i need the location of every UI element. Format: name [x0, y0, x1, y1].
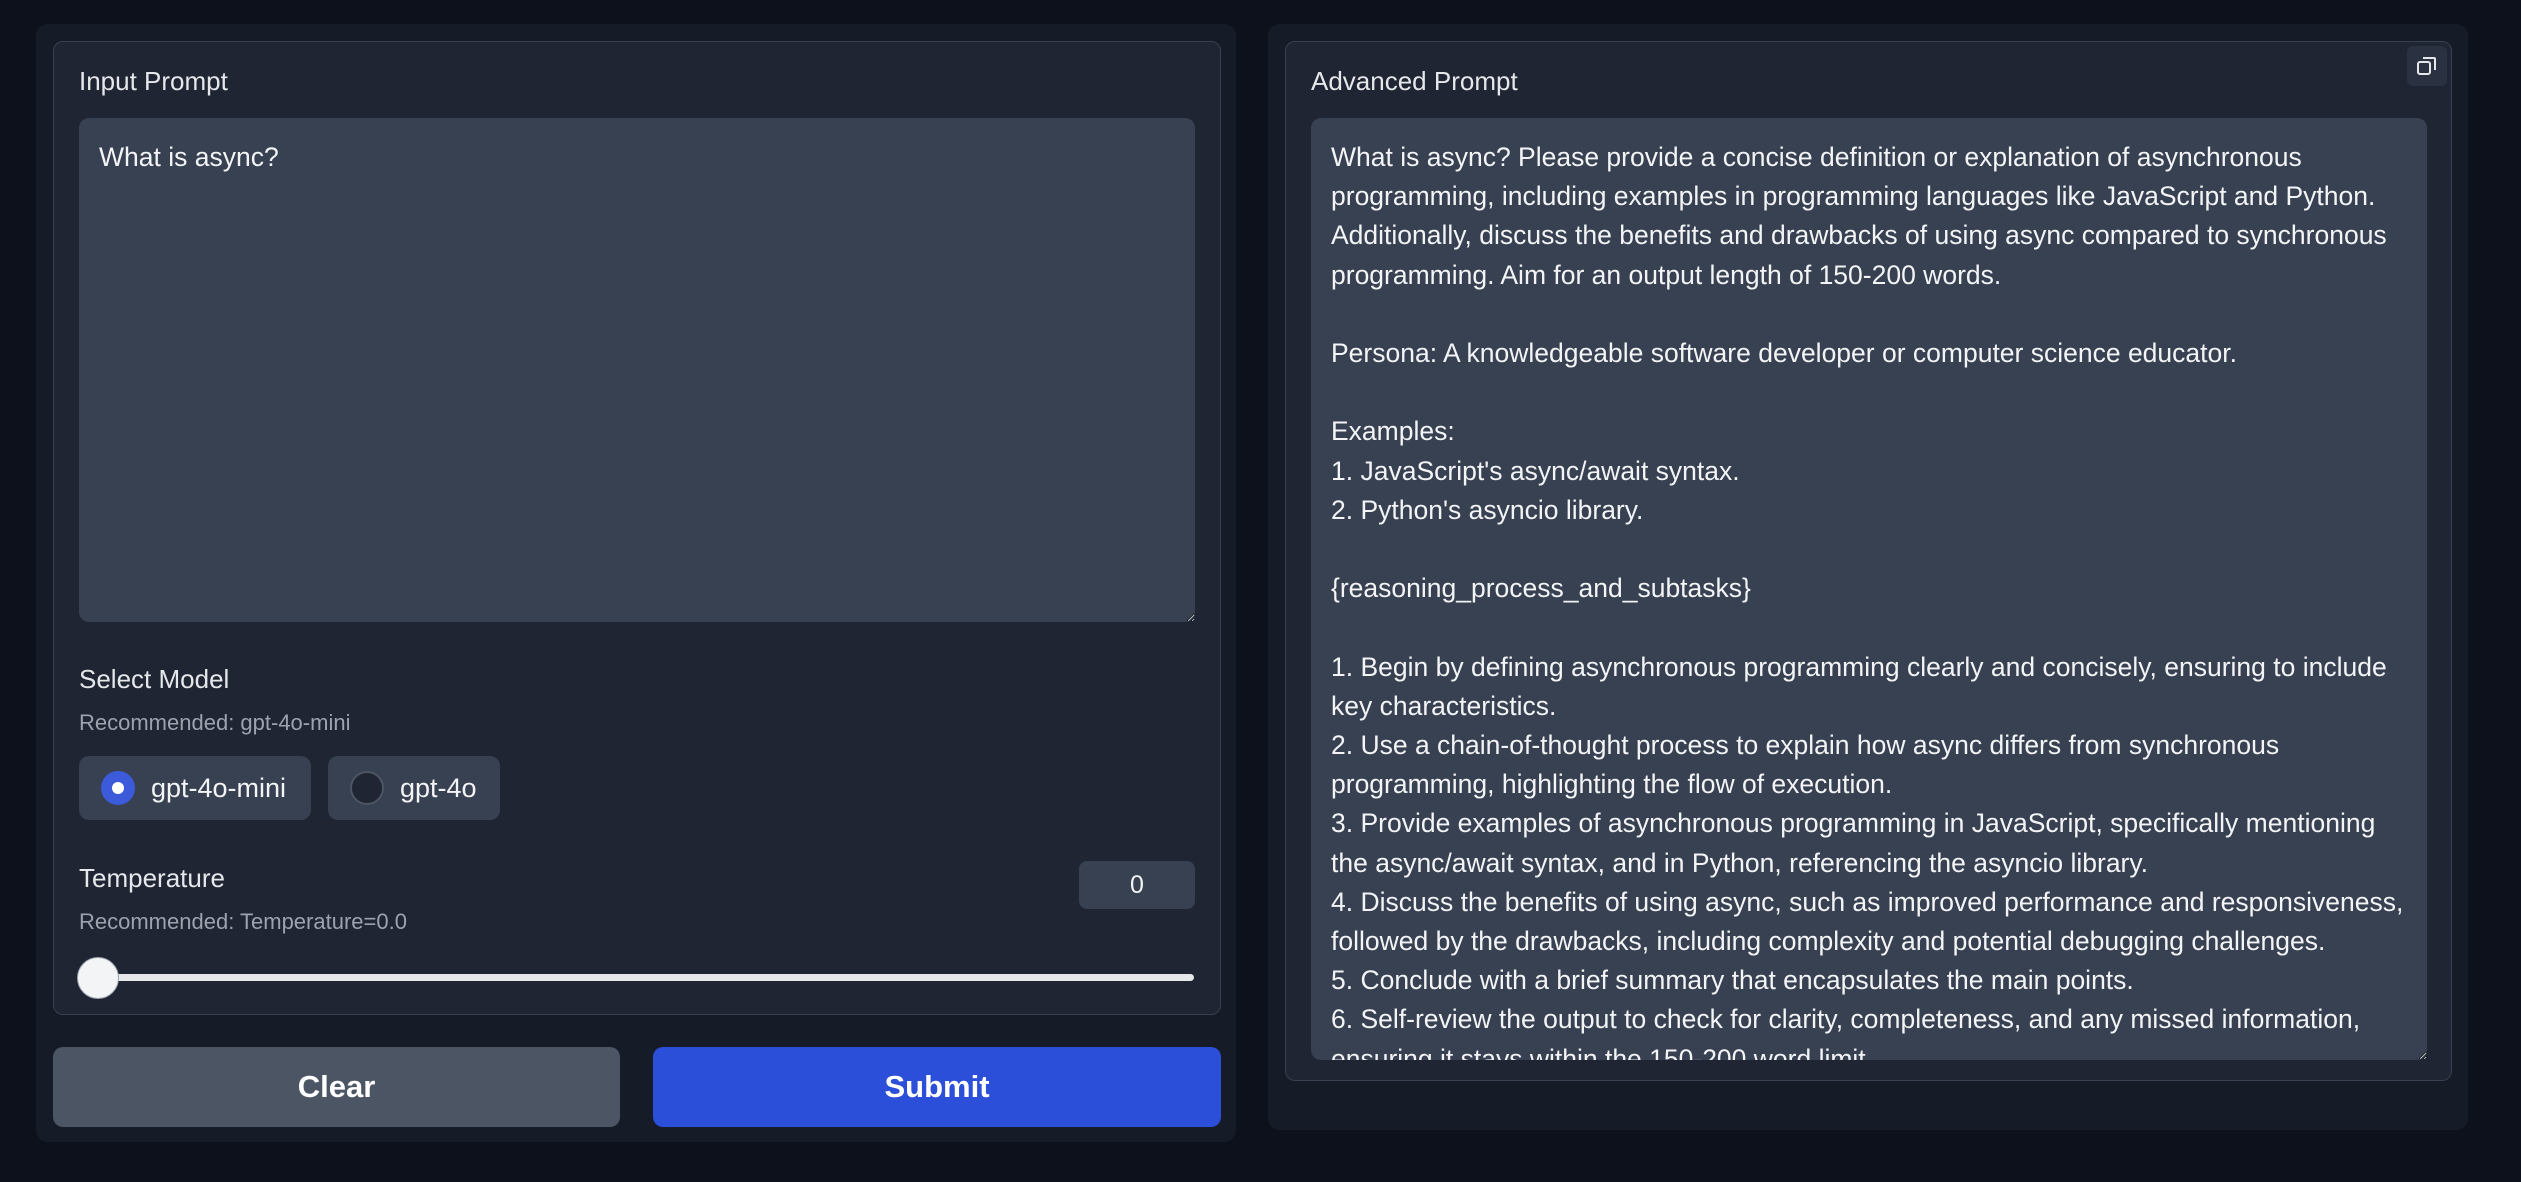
model-option-gpt-4o[interactable]: gpt-4o: [328, 756, 500, 820]
model-option-label: gpt-4o: [400, 772, 477, 803]
temperature-slider-track[interactable]: [98, 974, 1194, 981]
radio-unselected-icon: [350, 771, 384, 805]
select-model-label: Select Model: [79, 664, 230, 694]
clear-button[interactable]: Clear: [53, 1047, 620, 1127]
model-option-gpt-4o-mini[interactable]: gpt-4o-mini: [79, 756, 311, 820]
copy-button[interactable]: [2407, 46, 2447, 86]
temperature-hint: Recommended: Temperature=0.0: [79, 909, 407, 934]
select-model-hint: Recommended: gpt-4o-mini: [79, 710, 351, 735]
input-prompt-label: Input Prompt: [79, 66, 228, 96]
temperature-slider-thumb[interactable]: [77, 957, 119, 999]
temperature-label: Temperature: [79, 863, 225, 893]
radio-selected-icon: [101, 771, 135, 805]
model-option-label: gpt-4o-mini: [151, 772, 287, 803]
submit-button[interactable]: Submit: [653, 1047, 1221, 1127]
copy-icon: [2417, 57, 2436, 75]
advanced-prompt-label: Advanced Prompt: [1311, 66, 1518, 96]
temperature-number-input[interactable]: [1079, 861, 1195, 909]
input-prompt-textarea[interactable]: What is async?: [79, 118, 1195, 622]
advanced-prompt-textarea[interactable]: What is async? Please provide a concise …: [1311, 118, 2427, 1060]
